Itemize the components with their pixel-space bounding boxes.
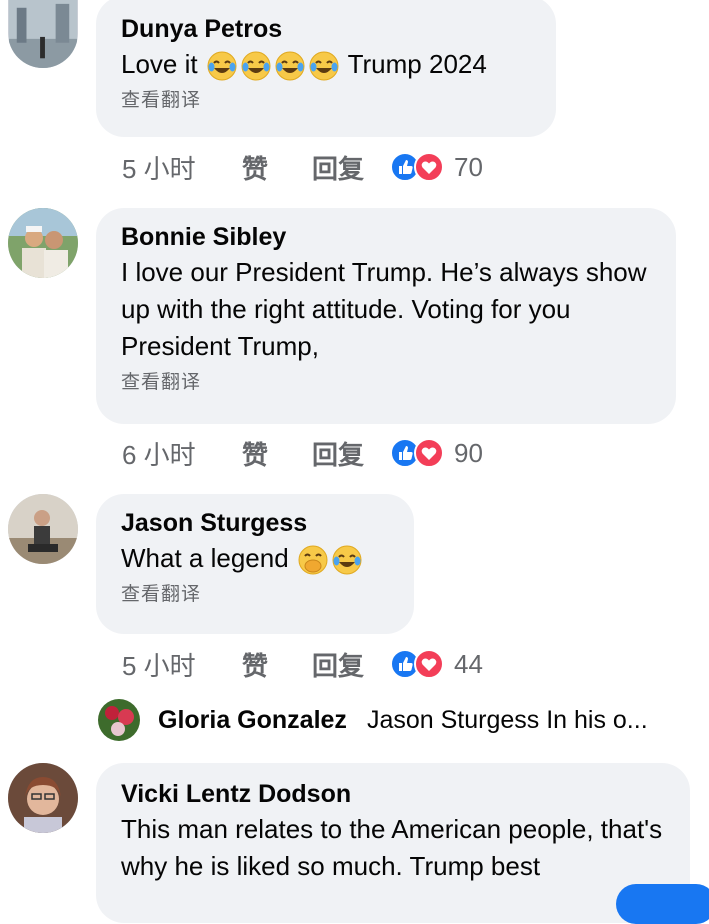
- comment-bubble: Jason Sturgess What a legend 查看翻译: [96, 494, 414, 634]
- like-button[interactable]: 赞: [242, 149, 312, 186]
- comment-text: Love it Trump 2024: [121, 46, 532, 83]
- translate-link[interactable]: 查看翻译: [121, 367, 652, 394]
- avatar[interactable]: [8, 494, 78, 564]
- translate-link[interactable]: 查看翻译: [121, 85, 532, 112]
- comment-bubble: Dunya Petros Love it Trump 2024 查看翻译: [96, 0, 556, 137]
- reply-button[interactable]: 回复: [312, 149, 390, 186]
- laughing-tears-emoji: [274, 50, 306, 82]
- reaction-count[interactable]: 90: [454, 438, 483, 469]
- hand-over-mouth-emoji: [297, 544, 329, 576]
- comment-text: I love our President Trump. He’s always …: [121, 257, 647, 361]
- comment-author[interactable]: Jason Sturgess: [121, 506, 390, 540]
- translate-link[interactable]: 查看翻译: [121, 579, 390, 606]
- love-reaction-icon: [414, 649, 444, 679]
- reactions-summary[interactable]: [390, 649, 444, 679]
- reply-button[interactable]: 回复: [312, 435, 390, 472]
- like-button[interactable]: 赞: [242, 435, 312, 472]
- avatar[interactable]: [8, 208, 78, 278]
- comment-bubble: Bonnie Sibley I love our President Trump…: [96, 208, 676, 424]
- comment-timestamp[interactable]: 6 小时: [122, 435, 242, 472]
- floating-action-button[interactable]: [616, 884, 709, 924]
- laughing-tears-emoji: [331, 544, 363, 576]
- comment-actions: 6 小时 赞 回复 90: [122, 433, 483, 473]
- avatar[interactable]: [8, 763, 78, 833]
- reactions-summary[interactable]: [390, 152, 444, 182]
- reaction-count[interactable]: 44: [454, 649, 483, 680]
- reply-preview[interactable]: Gloria Gonzalez Jason Sturgess In his o.…: [98, 698, 709, 742]
- comment-text: This man relates to the American people,…: [121, 814, 663, 881]
- comment-timestamp[interactable]: 5 小时: [122, 149, 242, 186]
- reply-author[interactable]: Gloria Gonzalez: [158, 706, 347, 735]
- comment-author[interactable]: Dunya Petros: [121, 12, 532, 46]
- laughing-tears-emoji: [206, 50, 238, 82]
- comment-actions: 5 小时 赞 回复 44: [122, 644, 483, 684]
- laughing-tears-emoji: [240, 50, 272, 82]
- comment-timestamp[interactable]: 5 小时: [122, 646, 242, 683]
- comment-author[interactable]: Bonnie Sibley: [121, 220, 652, 254]
- comment-actions: 5 小时 赞 回复 70: [122, 147, 483, 187]
- reply-button[interactable]: 回复: [312, 646, 390, 683]
- like-button[interactable]: 赞: [242, 646, 312, 683]
- reaction-count[interactable]: 70: [454, 152, 483, 183]
- laughing-tears-emoji: [308, 50, 340, 82]
- avatar[interactable]: [8, 0, 78, 68]
- avatar[interactable]: [98, 699, 140, 741]
- reactions-summary[interactable]: [390, 438, 444, 468]
- comment-author[interactable]: Vicki Lentz Dodson: [121, 777, 666, 811]
- love-reaction-icon: [414, 152, 444, 182]
- comment-text: What a legend: [121, 540, 390, 577]
- comment-bubble: Vicki Lentz Dodson This man relates to t…: [96, 763, 690, 923]
- reply-text: Jason Sturgess In his o...: [366, 705, 648, 734]
- love-reaction-icon: [414, 438, 444, 468]
